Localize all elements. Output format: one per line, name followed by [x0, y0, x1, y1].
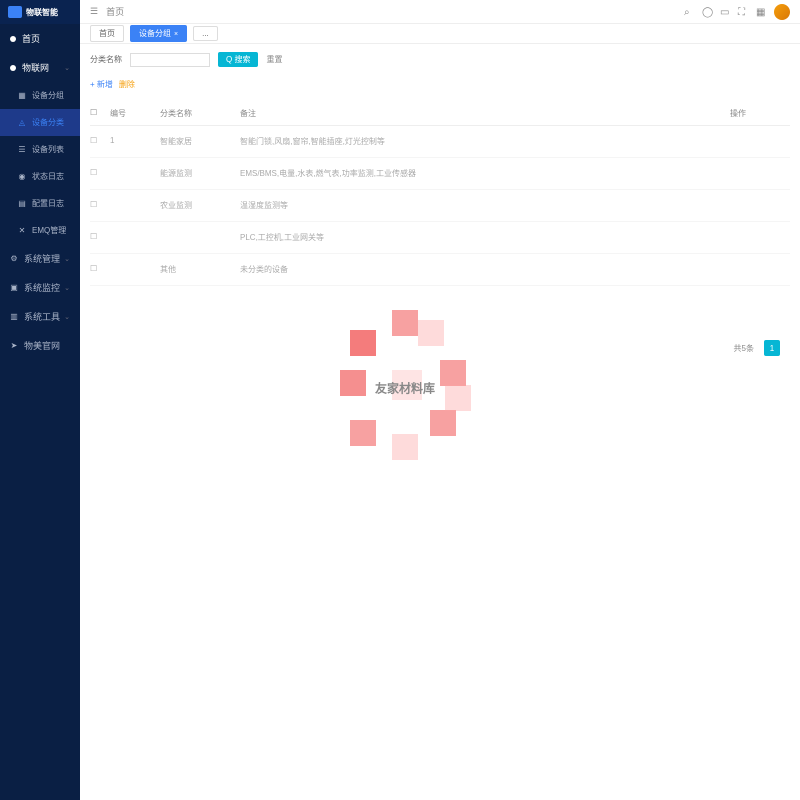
search-label: 分类名称: [90, 54, 122, 65]
tab-device-group[interactable]: 设备分组×: [130, 25, 187, 42]
list-icon: ☰: [18, 146, 26, 154]
table-row[interactable]: ☐ PLC,工控机,工业网关等: [90, 222, 790, 254]
toolbar: 分类名称 Q 搜索 重置: [80, 44, 800, 75]
layout-icon[interactable]: ▦: [756, 7, 766, 17]
status-icon: ◉: [18, 173, 26, 181]
tab-home[interactable]: 首页: [90, 25, 124, 42]
header-desc: 备注: [240, 108, 730, 119]
data-table: ☐ 编号 分类名称 备注 操作 ☐ 1 智能家居 智能门锁,风扇,窗帘,智能插座…: [90, 102, 790, 286]
main-content: ☰ 首页 ⌕ ◯ ▭ ⛶ ▦ 首页 设备分组× ... 分类名称 Q 搜索 重置…: [80, 0, 800, 800]
search-button[interactable]: Q 搜索: [218, 52, 258, 67]
nav-sys-tools[interactable]: ▥系统工具⌄: [0, 302, 80, 331]
breadcrumb[interactable]: 首页: [106, 5, 124, 18]
header-action: 操作: [730, 108, 790, 119]
header: ☰ 首页 ⌕ ◯ ▭ ⛶ ▦: [80, 0, 800, 24]
table-row[interactable]: ☐ 能源监测 EMS/BMS,电量,水表,燃气表,功率监测,工业传感器: [90, 158, 790, 190]
nav-emq[interactable]: ✕EMQ管理: [0, 217, 80, 244]
nav-device-list[interactable]: ☰设备列表: [0, 136, 80, 163]
chevron-down-icon: ⌄: [64, 313, 70, 321]
sidebar: 物联智能 首页 物联网⌄ ▦设备分组 ◬设备分类 ☰设备列表 ◉状态日志 ▤配置…: [0, 0, 80, 800]
github-icon[interactable]: ◯: [702, 7, 712, 17]
nav-config-log[interactable]: ▤配置日志: [0, 190, 80, 217]
table-row[interactable]: ☐ 农业监测 温湿度监测等: [90, 190, 790, 222]
pagination: 共5条 1: [734, 340, 780, 356]
tab-close-icon[interactable]: ×: [174, 31, 178, 38]
doc-icon[interactable]: ▭: [720, 7, 730, 17]
pagination-total: 共5条: [734, 343, 754, 354]
delete-button[interactable]: 删除: [119, 79, 135, 90]
grid-icon: ▦: [18, 92, 26, 100]
nav-device-group[interactable]: ▦设备分组: [0, 82, 80, 109]
search-input[interactable]: [130, 53, 210, 67]
nav-sys-manage[interactable]: ⚙系统管理⌄: [0, 244, 80, 273]
tabs: 首页 设备分组× ...: [80, 24, 800, 44]
table-header: ☐ 编号 分类名称 备注 操作: [90, 102, 790, 126]
table-row[interactable]: ☐ 其他 未分类的设备: [90, 254, 790, 286]
header-name: 分类名称: [160, 108, 240, 119]
gear-icon: ⚙: [10, 255, 18, 263]
add-button[interactable]: + 新增: [90, 79, 113, 90]
page-number-button[interactable]: 1: [764, 340, 780, 356]
chevron-down-icon: ⌄: [64, 284, 70, 292]
logo-text: 物联智能: [26, 7, 58, 18]
nav-home[interactable]: 首页: [0, 24, 80, 53]
monitor-icon: ▣: [10, 284, 18, 292]
fullscreen-icon[interactable]: ⛶: [738, 7, 748, 17]
category-icon: ◬: [18, 119, 26, 127]
menu-icon[interactable]: ☰: [90, 6, 98, 17]
tool-icon: ▥: [10, 313, 18, 321]
config-icon: ▤: [18, 200, 26, 208]
avatar[interactable]: [774, 4, 790, 20]
reset-button[interactable]: 重置: [266, 54, 282, 65]
header-id: 编号: [110, 108, 160, 119]
chevron-down-icon: ⌄: [64, 64, 70, 72]
nav-status-log[interactable]: ◉状态日志: [0, 163, 80, 190]
logo: 物联智能: [0, 0, 80, 24]
close-icon: ✕: [18, 227, 26, 235]
nav-sys-monitor[interactable]: ▣系统监控⌄: [0, 273, 80, 302]
header-checkbox[interactable]: ☐: [90, 108, 110, 119]
action-bar: + 新增 删除: [80, 75, 800, 94]
tab-more[interactable]: ...: [193, 26, 218, 41]
nav-device-category[interactable]: ◬设备分类: [0, 109, 80, 136]
nav-iot[interactable]: 物联网⌄: [0, 53, 80, 82]
send-icon: ➤: [10, 342, 18, 350]
nav-website[interactable]: ➤物美官网: [0, 331, 80, 360]
chevron-down-icon: ⌄: [64, 255, 70, 263]
search-icon[interactable]: ⌕: [684, 7, 694, 17]
logo-icon: [8, 6, 22, 18]
table-row[interactable]: ☐ 1 智能家居 智能门锁,风扇,窗帘,智能插座,灯光控制等: [90, 126, 790, 158]
